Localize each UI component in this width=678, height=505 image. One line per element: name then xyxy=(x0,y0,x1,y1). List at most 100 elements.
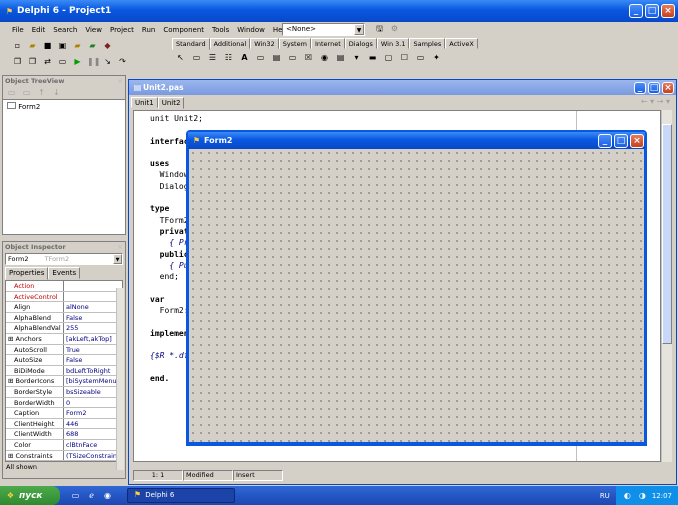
popupmenu-icon[interactable]: ☷ xyxy=(223,52,234,63)
property-value[interactable]: alNone xyxy=(64,302,122,312)
view-unit-icon[interactable]: ❐ xyxy=(12,56,23,67)
tab-unit1[interactable]: Unit1 xyxy=(131,97,158,108)
history-nav-icon[interactable]: ← ▾ → ▾ xyxy=(641,97,670,106)
treeview-title-bar[interactable]: Object TreeView × xyxy=(3,76,125,86)
volume-icon[interactable]: ◑ xyxy=(637,490,648,501)
property-value[interactable]: 0 xyxy=(64,398,122,408)
property-row[interactable]: Align alNone xyxy=(6,302,122,313)
expand-icon[interactable]: ⊞ xyxy=(8,335,16,343)
palette-tab-samples[interactable]: Samples xyxy=(409,38,446,49)
combobox-icon[interactable]: ▾ xyxy=(351,52,362,63)
property-row[interactable]: AutoSize False xyxy=(6,355,122,366)
property-row[interactable]: Caption Form2 xyxy=(6,408,122,419)
start-button[interactable]: ❖ пуск xyxy=(0,486,60,505)
step-over-icon[interactable]: ↷ xyxy=(117,56,128,67)
form2-title-bar[interactable]: ⚑ Form2 _ □ × xyxy=(188,132,645,149)
maximize-button[interactable]: □ xyxy=(614,133,628,148)
close-button[interactable]: × xyxy=(661,4,675,18)
checkbox-icon[interactable]: ☒ xyxy=(303,52,314,63)
groupbox-icon[interactable]: ▢ xyxy=(383,52,394,63)
property-row[interactable]: Action xyxy=(6,281,122,292)
close-button[interactable]: × xyxy=(662,81,674,94)
palette-tab-win31[interactable]: Win 3.1 xyxy=(376,38,410,49)
arrow-down-icon[interactable]: ↓ xyxy=(51,87,62,98)
delete-item-icon[interactable]: ▭ xyxy=(21,87,32,98)
arrow-up-icon[interactable]: ↑ xyxy=(36,87,47,98)
property-value[interactable]: (TSizeConstrain xyxy=(64,451,122,461)
close-icon[interactable]: × xyxy=(118,76,123,86)
save-desktop-icon[interactable]: 🖫 xyxy=(374,23,385,34)
frames-icon[interactable]: ▭ xyxy=(191,52,202,63)
property-value[interactable] xyxy=(64,292,122,302)
tab-properties[interactable]: Properties xyxy=(5,267,49,280)
scrollbar-icon[interactable]: ▬ xyxy=(367,52,378,63)
object-selector[interactable]: Form2 TForm2 ▼ xyxy=(5,253,123,265)
menu-tools[interactable]: Tools xyxy=(212,24,229,36)
palette-tab-internet[interactable]: Internet xyxy=(310,38,345,49)
form2-design-grid[interactable] xyxy=(189,149,644,442)
minimize-button[interactable]: _ xyxy=(634,81,646,94)
pause-icon[interactable]: ❚❚ xyxy=(87,56,100,67)
minimize-button[interactable]: _ xyxy=(598,133,612,148)
property-row[interactable]: ⊞ Anchors [akLeft,akTop] xyxy=(6,333,122,345)
chevron-down-icon[interactable]: ▼ xyxy=(113,254,122,264)
palette-tab-standard[interactable]: Standard xyxy=(172,38,210,50)
new-item-icon[interactable]: ▭ xyxy=(6,87,17,98)
tab-events[interactable]: Events xyxy=(48,267,81,279)
button-icon[interactable]: ▭ xyxy=(287,52,298,63)
menu-edit[interactable]: Edit xyxy=(32,24,46,36)
property-value[interactable]: [biSystemMenu, xyxy=(64,376,122,386)
memo-icon[interactable]: ▤ xyxy=(271,52,282,63)
property-row[interactable]: AutoScroll True xyxy=(6,344,122,356)
palette-tab-system[interactable]: System xyxy=(278,38,311,49)
maximize-button[interactable]: □ xyxy=(648,81,660,94)
property-row[interactable]: ActiveControl xyxy=(6,291,122,303)
actionlist-icon[interactable]: ✦ xyxy=(431,52,442,63)
property-row[interactable]: Color clBtnFace xyxy=(6,439,122,451)
menu-run[interactable]: Run xyxy=(142,24,155,36)
menu-file[interactable]: File xyxy=(12,24,24,36)
radiobutton-icon[interactable]: ◉ xyxy=(319,52,330,63)
property-value[interactable]: True xyxy=(64,345,122,355)
property-value[interactable]: 688 xyxy=(64,429,122,439)
task-button-delphi[interactable]: ⚑ Delphi 6 xyxy=(127,488,235,503)
open-project-icon[interactable]: ▰ xyxy=(72,40,83,51)
set-debug-desktop-icon[interactable]: ⚙ xyxy=(389,23,400,34)
new-icon[interactable]: ▫ xyxy=(12,40,23,51)
scroll-thumb[interactable] xyxy=(662,124,672,344)
view-form-icon[interactable]: ❐ xyxy=(27,56,38,67)
property-row[interactable]: ⊞ BorderIcons [biSystemMenu, xyxy=(6,376,122,387)
property-row[interactable]: BorderWidth 0 xyxy=(6,397,122,409)
panel-icon[interactable]: ▭ xyxy=(415,52,426,63)
tree-item-form2[interactable]: Form2 xyxy=(18,103,40,111)
property-row[interactable]: AlphaBlendVal 255 xyxy=(6,323,122,334)
chevron-down-icon[interactable]: ▼ xyxy=(354,24,364,35)
remove-file-icon[interactable]: ◆ xyxy=(102,40,113,51)
property-value[interactable]: 255 xyxy=(64,323,122,333)
property-row[interactable]: BiDiMode bdLeftToRight xyxy=(6,365,122,377)
browser-icon[interactable]: ℯ xyxy=(86,490,97,501)
menu-search[interactable]: Search xyxy=(53,24,77,36)
property-value[interactable]: Form2 xyxy=(64,408,122,418)
open-icon[interactable]: ▰ xyxy=(27,40,38,51)
trace-into-icon[interactable]: ↘ xyxy=(102,56,113,67)
tab-unit2[interactable]: Unit2 xyxy=(157,97,185,109)
inspector-scrollbar[interactable] xyxy=(116,288,124,470)
property-value[interactable]: False xyxy=(64,313,122,323)
show-desktop-icon[interactable]: ▭ xyxy=(70,490,81,501)
palette-tab-additional[interactable]: Additional xyxy=(209,38,251,49)
property-row[interactable]: ClientWidth 688 xyxy=(6,429,122,440)
menu-window[interactable]: Window xyxy=(237,24,265,36)
network-icon[interactable]: ◐ xyxy=(622,490,633,501)
toggle-form-unit-icon[interactable]: ⇄ xyxy=(42,56,53,67)
property-value[interactable]: 446 xyxy=(64,419,122,429)
language-indicator[interactable]: RU xyxy=(600,492,610,500)
menu-project[interactable]: Project xyxy=(110,24,134,36)
property-value[interactable]: bdLeftToRight xyxy=(64,366,122,376)
property-value[interactable]: False xyxy=(64,355,122,365)
property-value[interactable]: clBtnFace xyxy=(64,440,122,450)
desktop-combo[interactable]: <None> ▼ xyxy=(282,23,365,36)
property-value[interactable]: bsSizeable xyxy=(64,387,122,397)
add-file-icon[interactable]: ▰ xyxy=(87,40,98,51)
editor-vscrollbar[interactable] xyxy=(661,110,672,462)
